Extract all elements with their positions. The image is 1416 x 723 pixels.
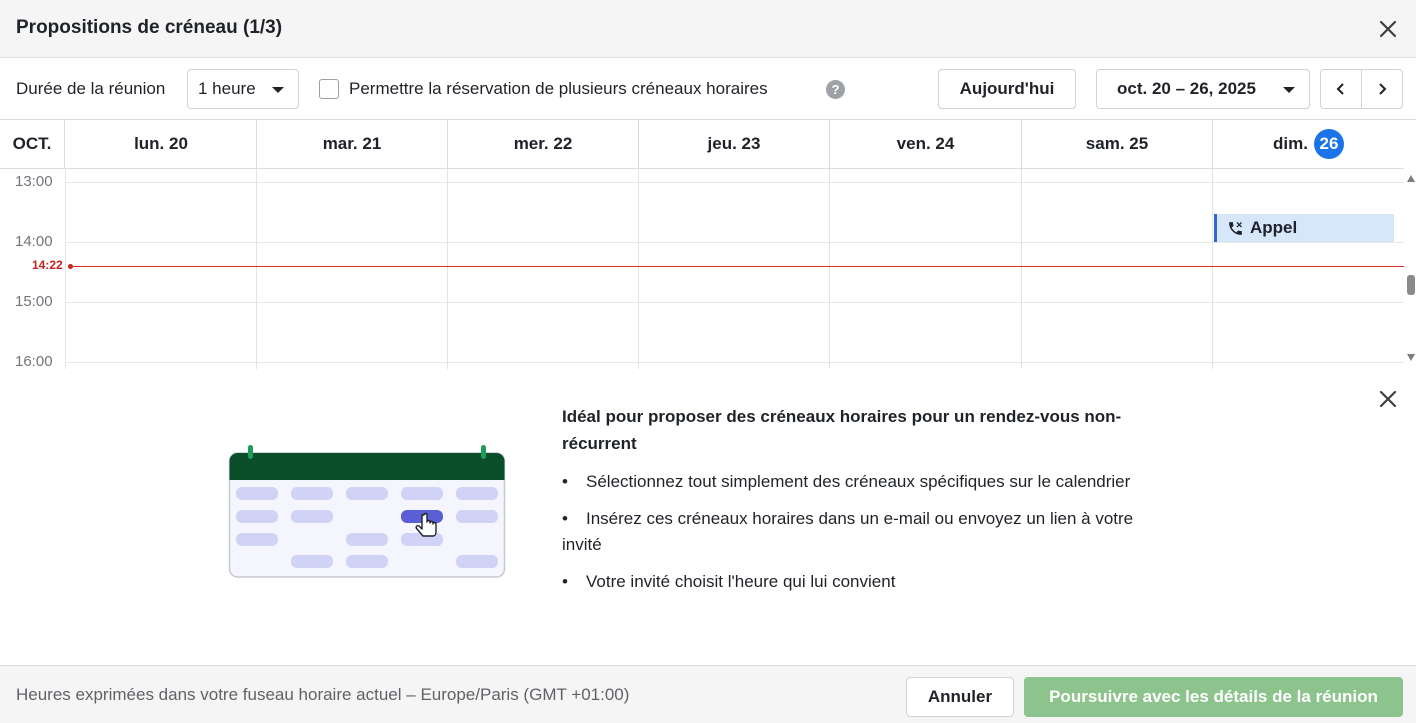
date-range-value: oct. 20 – 26, 2025 (1117, 79, 1256, 98)
list-item: Insérez ces créneaux horaires dans un e-… (562, 506, 1142, 559)
calendar-event[interactable]: Appel (1214, 214, 1394, 242)
day-label: sam. 25 (1085, 134, 1149, 153)
hour-line (65, 182, 1404, 183)
day-column-divider (447, 169, 448, 369)
day-column-divider (829, 169, 830, 369)
day-label: jeu. 23 (707, 134, 761, 153)
chevron-left-icon (1336, 83, 1344, 95)
day-header-tue[interactable]: mar. 21 (257, 120, 448, 168)
multi-slot-checkbox[interactable] (319, 79, 339, 99)
day-label: mer. 22 (513, 134, 573, 153)
scroll-thumb[interactable] (1407, 275, 1415, 295)
next-week-button[interactable] (1362, 70, 1402, 108)
cancel-button[interactable]: Annuler (906, 677, 1014, 717)
day-header-sat[interactable]: sam. 25 (1022, 120, 1213, 168)
date-range-select[interactable]: oct. 20 – 26, 2025 (1096, 69, 1310, 109)
scroll-down-arrow[interactable] (1407, 354, 1415, 361)
day-column-divider (638, 169, 639, 369)
hour-label: 14:00 (15, 233, 53, 250)
duration-select[interactable]: 1 heure (187, 69, 299, 109)
chevron-down-icon (272, 87, 284, 93)
info-title: Idéal pour proposer des créneaux horaire… (562, 407, 1122, 453)
previous-week-button[interactable] (1321, 70, 1361, 108)
multi-slot-label[interactable]: Permettre la réservation de plusieurs cr… (349, 79, 768, 99)
hour-label: 15:00 (15, 293, 53, 310)
event-title: Appel (1250, 218, 1298, 237)
current-time-label: 14:22 (32, 258, 63, 272)
list-item: Votre invité choisit l'heure qui lui con… (562, 569, 1142, 596)
hour-label: 13:00 (15, 173, 53, 190)
day-column-divider (1021, 169, 1022, 369)
duration-label: Durée de la réunion (16, 79, 166, 98)
list-item: Sélectionnez tout simplement des créneau… (562, 469, 1142, 496)
day-column-divider (256, 169, 257, 369)
dialog-header: Propositions de créneau (1/3) (0, 0, 1416, 58)
day-label: mar. 21 (322, 134, 382, 153)
grid-scrollbar[interactable] (1404, 169, 1416, 369)
continue-button[interactable]: Poursuivre avec les détails de la réunio… (1024, 677, 1403, 717)
today-button[interactable]: Aujourd'hui (938, 69, 1076, 109)
time-grid[interactable]: 13:00 14:00 15:00 16:00 14:22 Appel (0, 169, 1404, 369)
dialog-footer: Heures exprimées dans votre fuseau horai… (0, 665, 1416, 723)
day-header-sun[interactable]: dim. 26 (1213, 120, 1404, 168)
week-navigation (1320, 69, 1403, 109)
hour-line (65, 362, 1404, 363)
help-icon[interactable]: ? (826, 80, 845, 99)
day-header-thu[interactable]: jeu. 23 (639, 120, 830, 168)
hour-line (65, 242, 1404, 243)
day-column-divider (1212, 169, 1213, 369)
day-label: ven. 24 (896, 134, 955, 153)
current-time-line (70, 266, 1404, 267)
chevron-right-icon (1379, 83, 1387, 95)
calendar-illustration (228, 445, 506, 578)
phone-icon (1229, 221, 1242, 235)
scroll-up-arrow[interactable] (1407, 175, 1415, 182)
day-label: dim. (1273, 134, 1308, 153)
day-column-divider (65, 169, 66, 369)
day-header-mon[interactable]: lun. 20 (66, 120, 257, 168)
day-header-fri[interactable]: ven. 24 (830, 120, 1022, 168)
month-label: OCT. (0, 120, 65, 168)
today-badge: 26 (1313, 129, 1344, 159)
hour-label: 16:00 (15, 353, 53, 369)
dialog-title: Propositions de créneau (1/3) (16, 17, 283, 38)
duration-value: 1 heure (198, 79, 256, 98)
close-info-button[interactable] (1379, 390, 1397, 408)
timezone-note: Heures exprimées dans votre fuseau horai… (16, 685, 630, 704)
bullet-text: Sélectionnez tout simplement des créneau… (586, 472, 1131, 491)
day-header-row: OCT. lun. 20 mar. 21 mer. 22 jeu. 23 ven… (0, 120, 1404, 169)
toolbar: Durée de la réunion 1 heure Permettre la… (0, 58, 1416, 120)
info-panel: Idéal pour proposer des créneaux horaire… (0, 369, 1416, 665)
bullet-text: Votre invité choisit l'heure qui lui con… (586, 571, 896, 591)
chevron-down-icon (1283, 87, 1295, 93)
close-icon (1379, 390, 1397, 408)
day-label: lun. 20 (134, 134, 188, 153)
bullet-text: Insérez ces créneaux horaires dans un e-… (562, 508, 1134, 555)
close-icon (1379, 20, 1397, 38)
day-header-wed[interactable]: mer. 22 (448, 120, 639, 168)
info-bullet-list: Sélectionnez tout simplement des créneau… (562, 469, 1142, 605)
hour-line (65, 302, 1404, 303)
close-dialog-button[interactable] (1379, 20, 1397, 38)
